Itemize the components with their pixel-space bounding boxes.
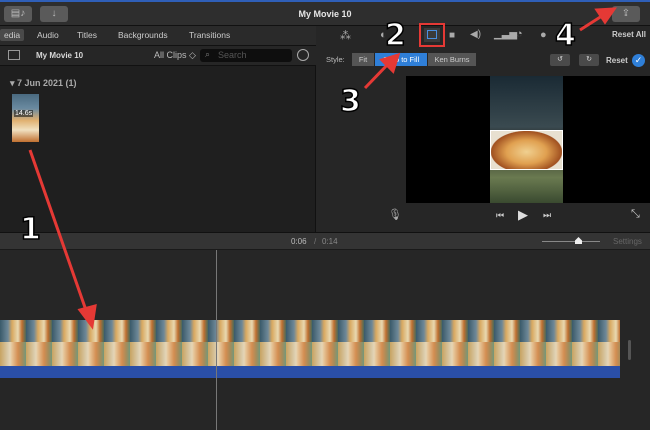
arrow-4-head bbox=[594, 7, 617, 25]
annotation-4: 4 bbox=[554, 17, 576, 54]
annotation-arrows bbox=[28, 7, 617, 330]
annotation-2: 2 bbox=[384, 17, 406, 54]
annotation-1: 1 bbox=[19, 211, 41, 248]
arrow-1-head bbox=[77, 303, 97, 330]
annotation-3: 3 bbox=[339, 83, 361, 120]
